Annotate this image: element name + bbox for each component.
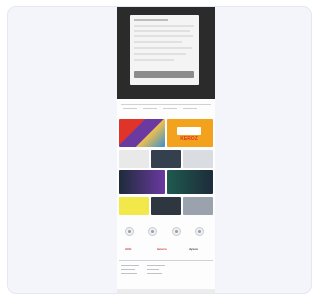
product-tile[interactable] bbox=[119, 150, 149, 168]
category-icon-2[interactable] bbox=[148, 227, 157, 236]
product-tile[interactable] bbox=[183, 150, 213, 168]
yellow-banner[interactable] bbox=[119, 197, 149, 215]
preview-card: KEROZ ACE lenovo dyson bbox=[7, 6, 312, 294]
modal-text-line bbox=[134, 35, 193, 37]
category-icon-1[interactable] bbox=[125, 227, 134, 236]
footer-link[interactable] bbox=[147, 273, 162, 274]
page-screenshot: KEROZ ACE lenovo dyson bbox=[117, 7, 215, 293]
modal-title-line bbox=[134, 19, 168, 21]
nav-item[interactable] bbox=[183, 108, 197, 109]
product-tile[interactable] bbox=[151, 150, 181, 168]
nav-item[interactable] bbox=[123, 108, 137, 109]
modal-text-line bbox=[134, 59, 174, 61]
footer-link[interactable] bbox=[121, 273, 137, 274]
modal-text-line bbox=[134, 53, 186, 55]
footer-link[interactable] bbox=[147, 265, 165, 266]
nav-item[interactable] bbox=[143, 108, 157, 109]
modal-text-line bbox=[134, 25, 194, 27]
nav-divider bbox=[121, 104, 211, 105]
footer-divider bbox=[119, 260, 213, 261]
product-tile[interactable] bbox=[183, 197, 213, 215]
brand-logo[interactable]: ACE bbox=[125, 247, 131, 251]
promo-banner-right[interactable]: KEROZ bbox=[167, 119, 213, 147]
footer-bar bbox=[117, 289, 215, 293]
product-tile[interactable] bbox=[151, 197, 181, 215]
footer-link[interactable] bbox=[121, 265, 139, 266]
footer-link[interactable] bbox=[121, 269, 135, 270]
promo-badge: KEROZ bbox=[177, 127, 201, 142]
category-icon-3[interactable] bbox=[172, 227, 181, 236]
product-tile[interactable] bbox=[119, 170, 165, 194]
modal-accept-button[interactable] bbox=[134, 71, 194, 78]
product-tile[interactable] bbox=[167, 170, 213, 194]
category-icon-4[interactable] bbox=[195, 227, 204, 236]
modal-text-line bbox=[134, 30, 190, 32]
brand-logo[interactable]: dyson bbox=[189, 247, 198, 251]
footer-link[interactable] bbox=[147, 269, 159, 270]
brand-logo[interactable]: lenovo bbox=[157, 247, 167, 251]
modal-text-line bbox=[134, 47, 192, 49]
promo-banner-left[interactable] bbox=[119, 119, 165, 147]
modal-text-line bbox=[134, 41, 182, 43]
nav-item[interactable] bbox=[163, 108, 177, 109]
cookie-modal bbox=[130, 15, 199, 85]
